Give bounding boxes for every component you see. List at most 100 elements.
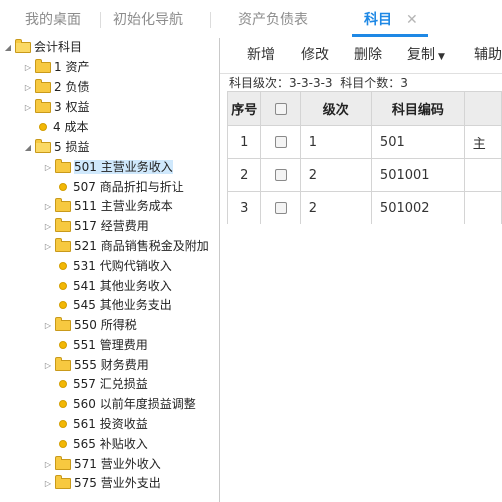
aux-button[interactable]: 辅助 <box>474 38 502 73</box>
tree-item[interactable]: ◢ 5 损益 <box>23 138 89 157</box>
tree-item-label: 3 权益 <box>54 100 90 114</box>
tree-item[interactable]: 531 代购代销收入 <box>53 257 172 276</box>
caret-down-icon[interactable]: ◢ <box>3 38 13 57</box>
tree-item[interactable]: 545 其他业务支出 <box>53 296 172 315</box>
caret-right-icon[interactable]: ▷ <box>43 356 53 375</box>
col-header-level[interactable]: 级次 <box>299 91 372 126</box>
tree-item-label: 557 汇兑损益 <box>73 377 148 391</box>
caret-right-icon[interactable]: ▷ <box>43 217 53 236</box>
select-all-checkbox[interactable] <box>274 102 287 115</box>
folder-icon <box>55 456 71 470</box>
tree-item-label: 507 商品折扣与折让 <box>73 180 184 194</box>
folder-icon <box>55 475 71 489</box>
tree-item[interactable]: 561 投资收益 <box>53 415 148 434</box>
tab-strip: 我的桌面 初始化导航 资产负债表 科目 ✕ <box>0 0 502 39</box>
folder-icon <box>55 317 71 331</box>
cell-checkbox[interactable] <box>260 191 301 224</box>
tree-item[interactable]: 541 其他业务收入 <box>53 277 172 296</box>
tree-item-selected[interactable]: ▷ 501 主营业务收入 <box>43 158 173 177</box>
close-icon[interactable]: ✕ <box>406 0 418 38</box>
caret-right-icon[interactable]: ▷ <box>43 237 53 256</box>
row-checkbox[interactable] <box>274 202 287 214</box>
tree-item-label: 561 投资收益 <box>73 417 148 431</box>
cell-level: 2 <box>299 158 372 192</box>
tree-item-label: 1 资产 <box>54 60 90 74</box>
copy-button-label: 复制 <box>407 47 435 63</box>
caret-down-icon[interactable]: ◢ <box>23 138 33 157</box>
tree-item[interactable]: 560 以前年度损益调整 <box>53 395 196 414</box>
tree-root[interactable]: ◢ 会计科目 <box>3 38 82 57</box>
cell-code: 501002 <box>370 191 465 224</box>
tree-item-label: 2 负债 <box>54 80 90 94</box>
leaf-dot-icon <box>59 380 67 388</box>
caret-right-icon[interactable]: ▷ <box>23 78 33 97</box>
edit-button[interactable]: 修改 <box>301 38 329 73</box>
folder-icon <box>35 59 51 73</box>
tree-item-label: 555 财务费用 <box>74 358 149 372</box>
tree-item[interactable]: ▷ 511 主营业务成本 <box>43 197 173 216</box>
tree-item-label: 545 其他业务支出 <box>73 298 172 312</box>
caret-right-icon[interactable]: ▷ <box>23 58 33 77</box>
tree-item[interactable]: ▷ 571 营业外收入 <box>43 455 161 474</box>
caret-right-icon[interactable]: ▷ <box>23 98 33 117</box>
tree-root-label: 会计科目 <box>34 40 83 54</box>
tree-item[interactable]: ▷ 1 资产 <box>23 58 89 77</box>
tree-item[interactable]: ▷ 550 所得税 <box>43 316 137 335</box>
row-checkbox[interactable] <box>274 169 287 181</box>
cell-checkbox[interactable] <box>260 125 301 159</box>
tab-divider <box>210 12 211 28</box>
tree-item-label: 551 管理费用 <box>73 338 148 352</box>
tree-item[interactable]: ▷ 555 财务费用 <box>43 356 149 375</box>
tree-item[interactable]: ▷ 3 权益 <box>23 98 89 117</box>
tab-my-desktop[interactable]: 我的桌面 <box>25 0 81 38</box>
tab-init-navigation[interactable]: 初始化导航 <box>113 0 183 38</box>
caret-right-icon[interactable]: ▷ <box>43 158 53 177</box>
folder-icon <box>35 79 51 93</box>
tree-item[interactable]: 557 汇兑损益 <box>53 375 148 394</box>
copy-button[interactable]: 复制 ▼ <box>407 38 445 73</box>
account-grid: 序号 级次 科目编码 1 1 501 主 2 2 501001 3 2 5010… <box>227 91 502 224</box>
tree-item[interactable]: ▷ 521 商品销售税金及附加 <box>43 237 209 256</box>
account-summary: 科目级次：3-3-3-3 科目个数：3 <box>229 74 408 92</box>
delete-button[interactable]: 删除 <box>354 38 382 73</box>
col-header-checkbox[interactable] <box>260 91 301 126</box>
add-button[interactable]: 新增 <box>247 38 275 73</box>
cell-level: 1 <box>299 125 372 159</box>
tree-item[interactable]: 507 商品折扣与折让 <box>53 178 184 197</box>
row-checkbox[interactable] <box>274 136 287 148</box>
table-row[interactable]: 1 1 501 主 <box>227 125 502 159</box>
tree-item[interactable]: 551 管理费用 <box>53 336 148 355</box>
tree-item[interactable]: 565 补贴收入 <box>53 435 148 454</box>
col-header-code[interactable]: 科目编码 <box>370 91 465 126</box>
tab-balance-sheet[interactable]: 资产负债表 <box>238 0 308 38</box>
level-value: 3-3-3-3 <box>289 76 333 90</box>
caret-right-icon[interactable]: ▷ <box>43 197 53 216</box>
tree-item[interactable]: 4 成本 <box>33 118 88 137</box>
tree-item[interactable]: ▷ 2 负债 <box>23 78 89 97</box>
folder-open-icon <box>15 39 31 53</box>
caret-right-icon[interactable]: ▷ <box>43 474 53 493</box>
count-value: 3 <box>400 76 408 90</box>
tree-item[interactable]: ▷ 517 经营费用 <box>43 217 149 236</box>
caret-right-icon[interactable]: ▷ <box>43 316 53 335</box>
leaf-dot-icon <box>59 262 67 270</box>
tree-item-label: 560 以前年度损益调整 <box>73 397 196 411</box>
account-tree: ◢ 会计科目 ▷ 1 资产 ▷ 2 负债 ▷ 3 权益 4 成本 ◢ 5 损益 ▷ 501 … <box>0 38 220 502</box>
tree-item-label: 575 营业外支出 <box>74 476 161 490</box>
toolbar: 新增 修改 删除 复制 ▼ 辅助 <box>220 38 502 74</box>
tree-item-label: 501 主营业务收入 <box>74 160 173 174</box>
cell-checkbox[interactable] <box>260 158 301 192</box>
cell-level: 2 <box>299 191 372 224</box>
col-header-name[interactable] <box>463 91 502 126</box>
caret-right-icon[interactable]: ▷ <box>43 455 53 474</box>
table-row[interactable]: 2 2 501001 <box>227 158 502 192</box>
tab-accounts[interactable]: 科目 <box>364 0 392 38</box>
leaf-dot-icon <box>59 183 67 191</box>
tree-item[interactable]: ▷ 575 营业外支出 <box>43 474 161 493</box>
table-row[interactable]: 3 2 501002 <box>227 191 502 224</box>
cell-name: 主 <box>463 125 502 159</box>
folder-icon <box>35 99 51 113</box>
table-header-row: 序号 级次 科目编码 <box>227 91 502 126</box>
leaf-dot-icon <box>59 440 67 448</box>
col-header-no[interactable]: 序号 <box>227 91 262 126</box>
